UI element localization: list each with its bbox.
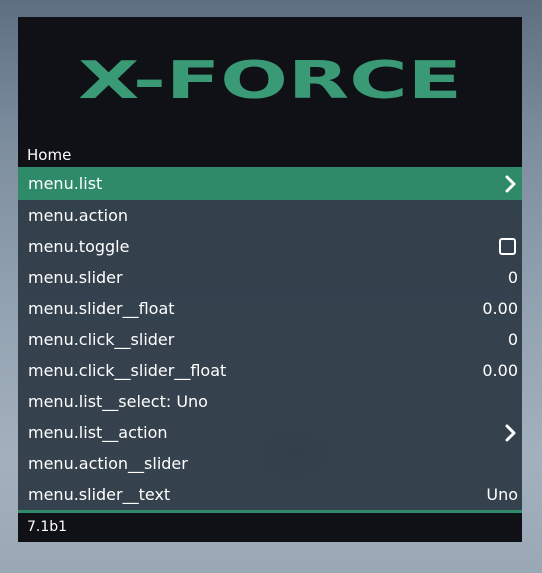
version-label: 7.1b1 bbox=[18, 513, 522, 542]
menu-item-action-slider[interactable]: menu.action__slider bbox=[18, 448, 522, 479]
menu-item-label: menu.slider bbox=[28, 268, 123, 287]
menu-item-click-slider-float[interactable]: menu.click__slider__float 0.00 bbox=[18, 355, 522, 386]
checkbox-icon[interactable] bbox=[499, 238, 516, 255]
menu-item-toggle[interactable]: menu.toggle bbox=[18, 231, 522, 262]
menu-item-value: 0.00 bbox=[482, 361, 518, 380]
menu-item-list-action[interactable]: menu.list__action bbox=[18, 417, 522, 448]
menu-item-list-select[interactable]: menu.list__select: Uno bbox=[18, 386, 522, 417]
menu-item-click-slider[interactable]: menu.click__slider 0 bbox=[18, 324, 522, 355]
menu-item-label: menu.list__action bbox=[28, 423, 168, 442]
menu-panel: X-FORCE Home menu.list menu.action menu.… bbox=[18, 17, 522, 542]
menu-item-list[interactable]: menu.list bbox=[18, 167, 522, 200]
menu-item-label: menu.click__slider bbox=[28, 330, 175, 349]
menu-item-slider[interactable]: menu.slider 0 bbox=[18, 262, 522, 293]
menu-item-slider-text[interactable]: menu.slider__text Uno bbox=[18, 479, 522, 510]
menu-header: X-FORCE bbox=[18, 17, 522, 143]
chevron-right-icon bbox=[505, 175, 516, 192]
menu-items-list: menu.list menu.action menu.toggle menu.s… bbox=[18, 167, 522, 510]
x-force-logo: X-FORCE bbox=[78, 56, 462, 104]
menu-item-value: 0 bbox=[507, 330, 518, 349]
menu-item-label: menu.action__slider bbox=[28, 454, 188, 473]
menu-item-label: menu.action bbox=[28, 206, 129, 225]
menu-item-value: Uno bbox=[486, 485, 518, 504]
logo-text: X-FORCE bbox=[78, 56, 462, 104]
menu-item-value: 0.00 bbox=[482, 299, 518, 318]
menu-item-label: menu.list__select: Uno bbox=[28, 392, 208, 411]
menu-item-slider-float[interactable]: menu.slider__float 0.00 bbox=[18, 293, 522, 324]
menu-item-label: menu.slider__text bbox=[28, 485, 171, 504]
menu-item-action[interactable]: menu.action bbox=[18, 200, 522, 231]
menu-item-label: menu.list bbox=[28, 174, 103, 193]
menu-item-value: 0 bbox=[507, 268, 518, 287]
menu-item-label: menu.toggle bbox=[28, 237, 130, 256]
chevron-right-icon bbox=[505, 424, 516, 441]
menu-subtitle: Home bbox=[18, 143, 522, 167]
menu-item-label: menu.click__slider__float bbox=[28, 361, 227, 380]
menu-item-label: menu.slider__float bbox=[28, 299, 175, 318]
